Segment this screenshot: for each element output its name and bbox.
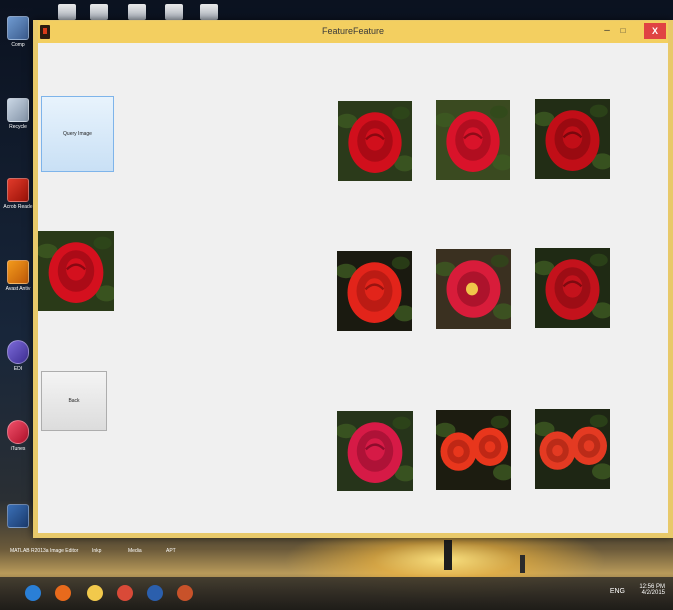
wallpaper-post	[444, 540, 452, 570]
desktop-icon-label: Recycle	[9, 124, 27, 130]
desktop-icon-edi[interactable]: EDI	[4, 340, 32, 384]
firefox-icon[interactable]	[52, 582, 74, 604]
word-icon[interactable]	[144, 582, 166, 604]
result-image-8	[436, 410, 511, 490]
recycle-bin-icon	[7, 98, 29, 122]
result-image-5	[436, 249, 511, 329]
file-explorer-icon[interactable]	[84, 582, 106, 604]
result-picture	[338, 101, 412, 181]
matlab-icon	[7, 504, 29, 528]
chrome-glyph	[117, 585, 133, 601]
chrome-icon[interactable]	[114, 582, 136, 604]
shortcut-icon[interactable]	[90, 4, 108, 20]
result-picture	[436, 100, 510, 180]
window-client-area: Query Image Back	[38, 43, 668, 533]
explorer-glyph	[87, 585, 103, 601]
result-image-3	[535, 99, 610, 179]
query-image-button[interactable]: Query Image	[41, 96, 114, 172]
minimize-button[interactable]: –	[600, 23, 614, 39]
acrobat-icon	[7, 178, 29, 202]
matlab-icon[interactable]	[174, 582, 196, 604]
back-button[interactable]: Back	[41, 371, 107, 431]
shortcut-icon[interactable]	[165, 4, 183, 20]
taskbar: ENG 12:56 PM 4/2/2015	[0, 577, 673, 610]
feature-window: FeatureFeature – □ X Query Image Back	[33, 20, 673, 538]
result-picture	[436, 249, 511, 329]
desktop-icon-label: Acrob Reade	[3, 204, 33, 210]
desktop-icon-label: iTunes	[10, 446, 26, 452]
result-image-1	[338, 101, 412, 181]
result-image-2	[436, 100, 510, 180]
app-icon	[7, 340, 29, 364]
result-picture	[535, 248, 610, 328]
result-picture	[535, 409, 610, 489]
shortcut-icon[interactable]	[200, 4, 218, 20]
result-picture	[535, 99, 610, 179]
itunes-icon	[7, 420, 29, 444]
firefox-glyph	[55, 585, 71, 601]
result-image-9	[535, 409, 610, 489]
maximize-button[interactable]: □	[616, 23, 630, 39]
desktop-icon-avast[interactable]: Avast Antiv	[4, 260, 32, 304]
tray-lang[interactable]: ENG	[610, 588, 625, 595]
window-titlebar[interactable]: FeatureFeature – □ X	[38, 21, 668, 43]
desktop-icon-label: Comp	[11, 42, 25, 48]
result-picture	[337, 251, 412, 331]
internet-explorer-icon[interactable]	[22, 582, 44, 604]
desktop-icon-acrobat[interactable]: Acrob Reade	[3, 178, 33, 222]
close-button[interactable]: X	[644, 23, 666, 39]
desktop-icon-itunes[interactable]: iTunes	[4, 420, 32, 464]
tray-date: 4/2/2015	[641, 590, 665, 596]
ie-glyph	[25, 585, 41, 601]
shortcut-icon[interactable]	[128, 4, 146, 20]
result-picture	[436, 410, 511, 490]
desktop-icon-label[interactable]: Inkp	[92, 548, 101, 554]
desktop-icon-recycle[interactable]: Recycle	[4, 98, 32, 142]
word-glyph	[147, 585, 163, 601]
matlab-glyph	[177, 585, 193, 601]
antivirus-icon	[7, 260, 29, 284]
shortcut-icon[interactable]	[58, 4, 76, 20]
result-image-4	[337, 251, 412, 331]
desktop-icon-computer[interactable]: Comp	[4, 16, 32, 60]
query-image-picture	[38, 231, 114, 311]
query-image	[38, 231, 114, 311]
desktop-icon-label[interactable]: MATLAB R2013a	[10, 548, 49, 554]
result-image-6	[535, 248, 610, 328]
desktop-icon-label: EDI	[13, 366, 23, 372]
window-title: FeatureFeature	[321, 26, 385, 36]
desktop-icon-label[interactable]: Media	[128, 548, 142, 554]
desktop-icon-label[interactable]: Image Editor	[50, 548, 78, 554]
result-picture	[337, 411, 413, 491]
result-image-7	[337, 411, 413, 491]
system-tray[interactable]: ENG 12:56 PM 4/2/2015	[610, 584, 665, 596]
wallpaper-post	[520, 555, 525, 573]
desktop-icon-label: Avast Antiv	[5, 286, 31, 292]
desktop-icon-matlab[interactable]	[4, 504, 32, 548]
desktop-icon-label[interactable]: APT	[166, 548, 176, 554]
computer-icon	[7, 16, 29, 40]
